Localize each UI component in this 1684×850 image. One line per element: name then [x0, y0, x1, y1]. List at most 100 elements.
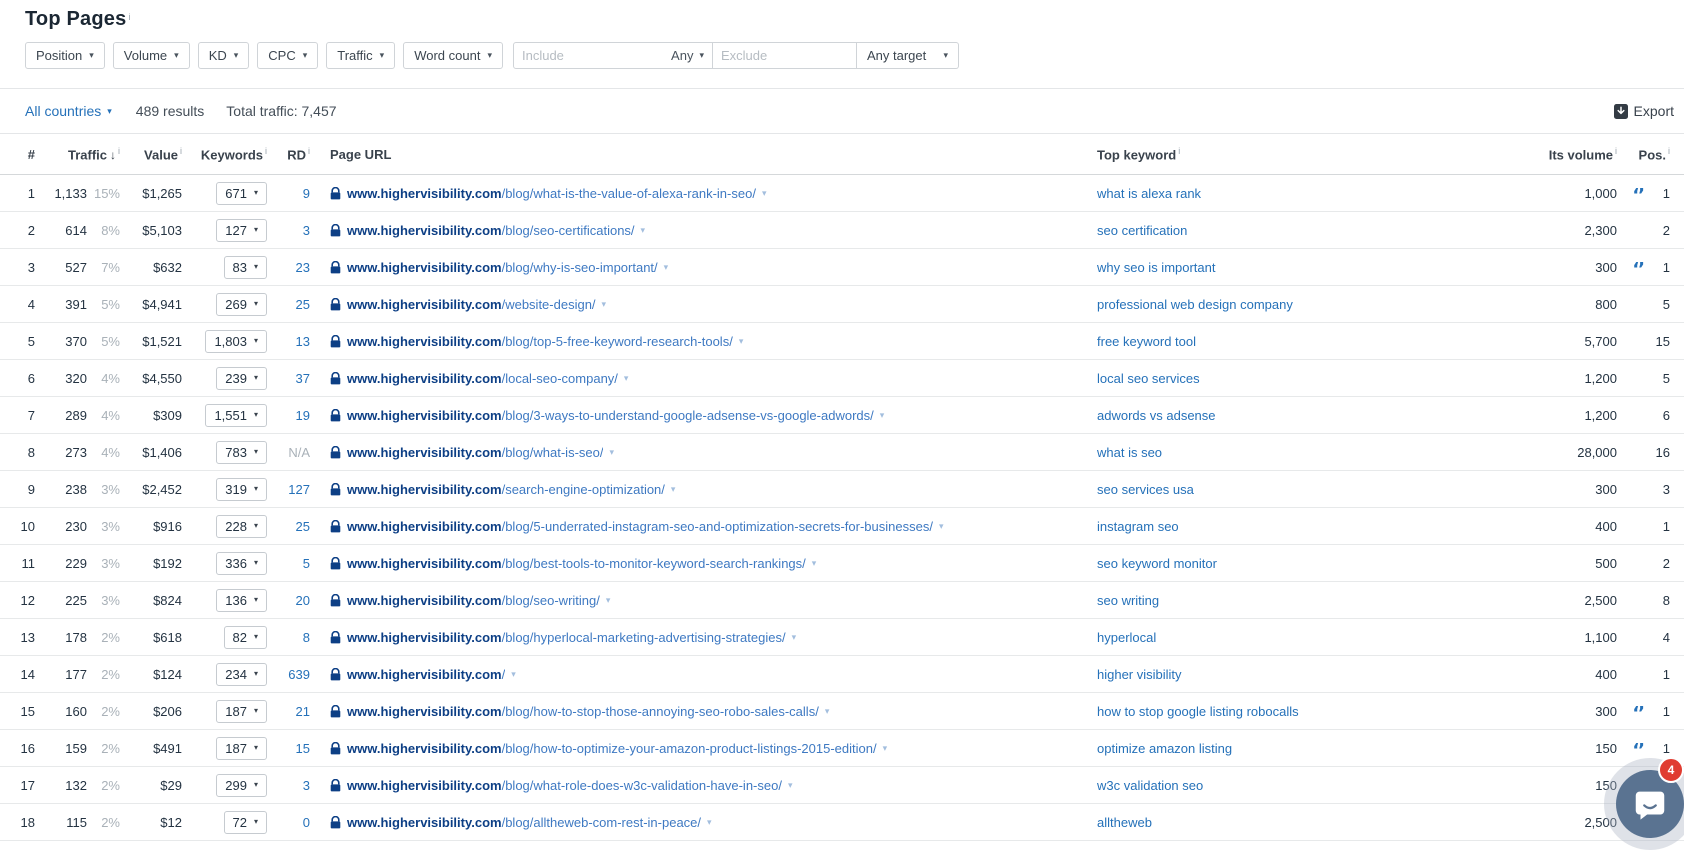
keywords-dropdown[interactable]: 234 ▾: [216, 663, 267, 686]
top-keyword-link[interactable]: alltheweb: [1097, 815, 1152, 830]
keywords-dropdown[interactable]: 228 ▾: [216, 515, 267, 538]
keywords-dropdown[interactable]: 83 ▾: [224, 256, 267, 279]
keywords-dropdown[interactable]: 319 ▾: [216, 478, 267, 501]
rd-link[interactable]: 21: [296, 704, 310, 719]
chevron-down-icon[interactable]: ▾: [880, 410, 885, 421]
header-traffic[interactable]: Traffic↓i: [35, 146, 120, 162]
keywords-dropdown[interactable]: 269 ▾: [216, 293, 267, 316]
top-keyword-link[interactable]: professional web design company: [1097, 297, 1293, 312]
keywords-dropdown[interactable]: 1,803 ▾: [205, 330, 267, 353]
header-rd[interactable]: RDi: [267, 146, 310, 162]
top-keyword-link[interactable]: local seo services: [1097, 371, 1200, 386]
page-url-link[interactable]: www.highervisibility.com/search-engine-o…: [347, 482, 665, 497]
page-url-link[interactable]: www.highervisibility.com/blog/what-is-se…: [347, 445, 603, 460]
rd-link[interactable]: 13: [296, 334, 310, 349]
chevron-down-icon[interactable]: ▾: [641, 225, 646, 236]
keywords-dropdown[interactable]: 239 ▾: [216, 367, 267, 390]
keywords-dropdown[interactable]: 783 ▾: [216, 441, 267, 464]
page-url-link[interactable]: www.highervisibility.com/blog/how-to-sto…: [347, 704, 819, 719]
rd-link[interactable]: 639: [288, 667, 310, 682]
include-mode-select[interactable]: Any ▾: [671, 48, 704, 63]
rd-link[interactable]: 5: [303, 556, 310, 571]
top-keyword-link[interactable]: seo services usa: [1097, 482, 1194, 497]
chevron-down-icon[interactable]: ▾: [707, 817, 712, 828]
chevron-down-icon[interactable]: ▾: [739, 336, 744, 347]
page-url-link[interactable]: www.highervisibility.com/blog/what-is-th…: [347, 186, 756, 201]
country-selector[interactable]: All countries ▾: [25, 103, 112, 119]
chevron-down-icon[interactable]: ▾: [664, 262, 669, 273]
top-keyword-link[interactable]: hyperlocal: [1097, 630, 1156, 645]
export-button[interactable]: Export: [1614, 103, 1674, 119]
page-url-link[interactable]: www.highervisibility.com/blog/why-is-seo…: [347, 260, 658, 275]
chevron-down-icon[interactable]: ▾: [671, 484, 676, 495]
rd-link[interactable]: 3: [303, 778, 310, 793]
rd-link[interactable]: 25: [296, 519, 310, 534]
page-url-link[interactable]: www.highervisibility.com/website-design/: [347, 297, 596, 312]
rd-link[interactable]: N/A: [288, 445, 310, 460]
rd-link[interactable]: 9: [303, 186, 310, 201]
rd-link[interactable]: 20: [296, 593, 310, 608]
header-top-keyword[interactable]: Top keywordi: [1097, 146, 1522, 162]
chevron-down-icon[interactable]: ▾: [825, 706, 830, 717]
keywords-dropdown[interactable]: 72 ▾: [224, 811, 267, 834]
chevron-down-icon[interactable]: ▾: [609, 447, 614, 458]
chevron-down-icon[interactable]: ▾: [939, 521, 944, 532]
top-keyword-link[interactable]: seo certification: [1097, 223, 1187, 238]
page-url-link[interactable]: www.highervisibility.com/local-seo-compa…: [347, 371, 618, 386]
page-url-link[interactable]: www.highervisibility.com/blog/alltheweb-…: [347, 815, 701, 830]
chevron-down-icon[interactable]: ▾: [511, 669, 516, 680]
chevron-down-icon[interactable]: ▾: [788, 780, 793, 791]
rd-link[interactable]: 23: [296, 260, 310, 275]
page-url-link[interactable]: www.highervisibility.com/: [347, 667, 505, 682]
top-keyword-link[interactable]: seo writing: [1097, 593, 1159, 608]
keywords-dropdown[interactable]: 671 ▾: [216, 182, 267, 205]
chevron-down-icon[interactable]: ▾: [602, 299, 607, 310]
rd-link[interactable]: 127: [288, 482, 310, 497]
rd-link[interactable]: 3: [303, 223, 310, 238]
filter-kd-button[interactable]: KD ▾: [198, 42, 250, 69]
filter-volume-button[interactable]: Volume ▾: [113, 42, 190, 69]
keywords-dropdown[interactable]: 1,551 ▾: [205, 404, 267, 427]
filter-cpc-button[interactable]: CPC ▾: [257, 42, 318, 69]
page-url-link[interactable]: www.highervisibility.com/blog/3-ways-to-…: [347, 408, 874, 423]
page-url-link[interactable]: www.highervisibility.com/blog/best-tools…: [347, 556, 806, 571]
top-keyword-link[interactable]: what is alexa rank: [1097, 186, 1201, 201]
header-its-volume[interactable]: Its volumei: [1522, 146, 1617, 162]
keywords-dropdown[interactable]: 187 ▾: [216, 700, 267, 723]
chevron-down-icon[interactable]: ▾: [624, 373, 629, 384]
any-target-select[interactable]: Any target ▾: [857, 42, 959, 69]
chevron-down-icon[interactable]: ▾: [792, 632, 797, 643]
page-url-link[interactable]: www.highervisibility.com/blog/what-role-…: [347, 778, 782, 793]
rd-link[interactable]: 37: [296, 371, 310, 386]
top-keyword-link[interactable]: why seo is important: [1097, 260, 1216, 275]
page-url-link[interactable]: www.highervisibility.com/blog/seo-certif…: [347, 223, 635, 238]
top-keyword-link[interactable]: how to stop google listing robocalls: [1097, 704, 1299, 719]
top-keyword-link[interactable]: free keyword tool: [1097, 334, 1196, 349]
top-keyword-link[interactable]: adwords vs adsense: [1097, 408, 1216, 423]
header-pos[interactable]: Pos.i: [1617, 146, 1670, 162]
keywords-dropdown[interactable]: 187 ▾: [216, 737, 267, 760]
header-value[interactable]: Valuei: [120, 146, 182, 162]
keywords-dropdown[interactable]: 127 ▾: [216, 219, 267, 242]
header-keywords[interactable]: Keywordsi: [182, 146, 267, 162]
top-keyword-link[interactable]: seo keyword monitor: [1097, 556, 1217, 571]
include-input[interactable]: [522, 48, 642, 63]
keywords-dropdown[interactable]: 299 ▾: [216, 774, 267, 797]
chevron-down-icon[interactable]: ▾: [883, 743, 888, 754]
filter-word-count-button[interactable]: Word count ▾: [403, 42, 503, 69]
keywords-dropdown[interactable]: 82 ▾: [224, 626, 267, 649]
filter-position-button[interactable]: Position ▾: [25, 42, 105, 69]
top-keyword-link[interactable]: higher visibility: [1097, 667, 1182, 682]
keywords-dropdown[interactable]: 136 ▾: [216, 589, 267, 612]
top-keyword-link[interactable]: optimize amazon listing: [1097, 741, 1232, 756]
page-url-link[interactable]: www.highervisibility.com/blog/top-5-free…: [347, 334, 733, 349]
page-url-link[interactable]: www.highervisibility.com/blog/how-to-opt…: [347, 741, 877, 756]
top-keyword-link[interactable]: instagram seo: [1097, 519, 1179, 534]
chat-widget-button[interactable]: 4: [1604, 758, 1684, 850]
page-url-link[interactable]: www.highervisibility.com/blog/hyperlocal…: [347, 630, 786, 645]
rd-link[interactable]: 25: [296, 297, 310, 312]
chevron-down-icon[interactable]: ▾: [812, 558, 817, 569]
keywords-dropdown[interactable]: 336 ▾: [216, 552, 267, 575]
rd-link[interactable]: 0: [303, 815, 310, 830]
top-keyword-link[interactable]: what is seo: [1097, 445, 1162, 460]
